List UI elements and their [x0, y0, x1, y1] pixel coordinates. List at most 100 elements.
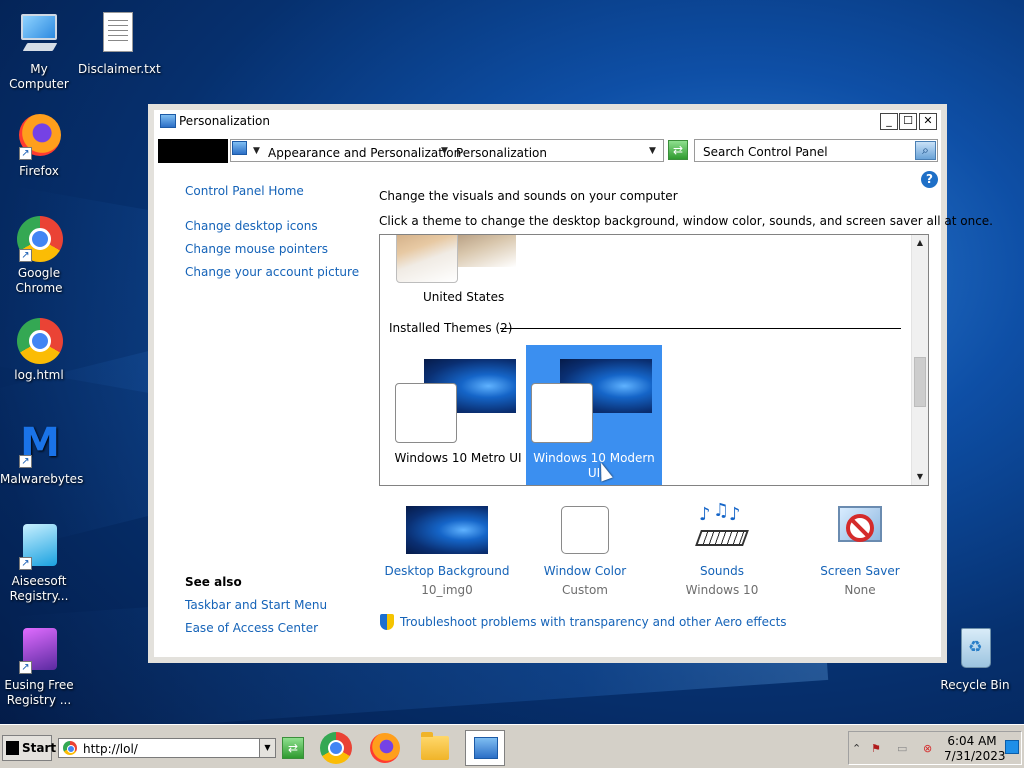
tile-value: 10_img0 [421, 583, 473, 597]
system-tray: ⌃ ⚑ ▭ ⊗ 6:04 AM 7/31/2023 [848, 731, 1022, 765]
taskbar-firefox[interactable] [365, 730, 405, 766]
taskbar-control-panel[interactable] [465, 730, 505, 766]
control-panel-icon [160, 114, 176, 128]
control-panel-icon [232, 141, 247, 155]
chevron-down-icon[interactable]: ▼ [441, 146, 448, 156]
desktop-icon-my-computer[interactable]: My Computer [0, 10, 78, 92]
start-button[interactable]: Start [2, 735, 56, 761]
sidebar-change-account-picture[interactable]: Change your account picture [185, 265, 359, 279]
theme-label: Windows 10 Metro UI [394, 451, 522, 465]
scroll-up-icon[interactable]: ▲ [912, 235, 928, 251]
see-also-ease-of-access[interactable]: Ease of Access Center [185, 621, 318, 635]
tile-name[interactable]: Window Color [520, 564, 650, 578]
firefox-icon: ↗ [15, 112, 63, 160]
shield-icon [380, 614, 394, 630]
flag-icon[interactable]: ⚑ [871, 742, 881, 755]
theme-windows-10-metro-ui[interactable]: Windows 10 Metro UI [390, 345, 526, 485]
page-title: Change the visuals and sounds on your co… [379, 189, 678, 203]
desktop-icon-log[interactable]: log.html [0, 316, 78, 383]
desktop-icon-chrome[interactable]: ↗ Google Chrome [0, 214, 78, 296]
shortcut-arrow-icon: ↗ [19, 455, 32, 468]
desktop-icon-disclaimer[interactable]: Disclaimer.txt [78, 10, 161, 77]
tile-value: Windows 10 [685, 583, 759, 597]
maximize-button[interactable]: ☐ [899, 113, 917, 130]
desktop-icon-label: log.html [14, 368, 64, 382]
theme-list[interactable]: United States Installed Themes (2) Windo… [379, 234, 929, 486]
address-dropdown-icon[interactable]: ▼ [649, 146, 656, 156]
screen-saver-icon [834, 504, 886, 554]
tile-name[interactable]: Screen Saver [795, 564, 925, 578]
tile-name[interactable]: Desktop Background [382, 564, 512, 578]
window-color-swatch [561, 506, 609, 554]
tile-window-color[interactable]: Window Color Custom [520, 506, 650, 597]
chevron-down-icon[interactable]: ▼ [259, 739, 275, 757]
search-input[interactable]: Search Control Panel ⌕ [694, 139, 938, 162]
show-desktop-button[interactable] [1005, 740, 1019, 754]
breadcrumb-appearance[interactable]: Appearance and Personalization [268, 146, 461, 160]
desktop-icon-firefox[interactable]: ↗ Firefox [0, 112, 78, 179]
clock-date[interactable]: 7/31/2023 [944, 749, 1006, 763]
tile-screen-saver[interactable]: Screen Saver None [795, 504, 925, 597]
search-icon[interactable]: ⌕ [915, 141, 936, 160]
desktop-icon-label: Firefox [19, 164, 59, 178]
desktop-icon-label: Aiseesoft Registry... [9, 574, 69, 603]
united-states-background-preview [450, 235, 516, 267]
shortcut-arrow-icon: ↗ [19, 249, 32, 262]
tile-value: Custom [562, 583, 608, 597]
breadcrumb[interactable]: ▼ Appearance and Personalization ▼ Perso… [230, 139, 664, 162]
theme-list-scrollbar[interactable]: ▲ ▼ [911, 235, 928, 485]
folder-icon [421, 732, 449, 760]
firefox-icon [370, 733, 400, 763]
taskbar-file-explorer[interactable] [415, 730, 455, 766]
sounds-icon: ♪ ♫ ♪ [695, 500, 749, 554]
sidebar-change-desktop-icons[interactable]: Change desktop icons [185, 219, 318, 233]
chevron-up-icon[interactable]: ⌃ [852, 742, 861, 755]
tile-desktop-background[interactable]: Desktop Background 10_img0 [382, 506, 512, 597]
desktop-background-preview [406, 506, 488, 554]
aiseesoft-icon: ↗ [15, 522, 63, 570]
shortcut-arrow-icon: ↗ [19, 147, 32, 160]
scroll-down-icon[interactable]: ▼ [912, 469, 928, 485]
window-title: Personalization [179, 114, 270, 128]
desktop-icon-malwarebytes[interactable]: M ↗ Malwarebytes [0, 420, 83, 487]
recycle-bin-icon [951, 626, 999, 674]
search-placeholder: Search Control Panel [703, 145, 828, 159]
help-icon[interactable]: ? [921, 171, 938, 188]
refresh-button[interactable]: ⇄ [668, 140, 688, 160]
scroll-thumb[interactable] [914, 357, 926, 407]
desktop-icon-eusing[interactable]: ↗ Eusing Free Registry ... [0, 626, 78, 708]
back-forward-buttons[interactable] [158, 139, 228, 163]
tile-name[interactable]: Sounds [657, 564, 787, 578]
divider [500, 328, 901, 329]
sidebar-control-panel-home[interactable]: Control Panel Home [185, 184, 304, 198]
chevron-down-icon[interactable]: ▼ [253, 146, 260, 156]
troubleshoot-link[interactable]: Troubleshoot problems with transparency … [400, 615, 787, 629]
shortcut-arrow-icon: ↗ [19, 557, 32, 570]
chrome-icon [15, 316, 63, 364]
desktop-icon-label: Disclaimer.txt [78, 62, 161, 76]
close-button[interactable]: ✕ [919, 113, 937, 130]
taskbar-chrome[interactable] [316, 730, 356, 766]
desktop-icon-recycle-bin[interactable]: Recycle Bin [936, 626, 1014, 693]
see-also-taskbar[interactable]: Taskbar and Start Menu [185, 598, 327, 612]
theme-united-states-label[interactable]: United States [423, 290, 504, 304]
sidebar-change-mouse-pointers[interactable]: Change mouse pointers [185, 242, 328, 256]
title-bar[interactable]: Personalization _ ☐ ✕ [154, 110, 941, 134]
theme-color-preview [531, 383, 593, 443]
breadcrumb-personalization[interactable]: Personalization [456, 146, 547, 160]
desktop-icon-label: Recycle Bin [940, 678, 1010, 692]
network-icon[interactable]: ▭ [897, 742, 907, 755]
shortcut-arrow-icon: ↗ [19, 661, 32, 674]
taskbar-address-input[interactable]: http://lol/ ▼ [58, 738, 276, 758]
desktop-icon-aiseesoft[interactable]: ↗ Aiseesoft Registry... [0, 522, 78, 604]
page-subtitle: Click a theme to change the desktop back… [379, 214, 993, 228]
minimize-button[interactable]: _ [880, 113, 898, 130]
united-states-theme-thumbnail[interactable] [396, 235, 458, 283]
tile-sounds[interactable]: ♪ ♫ ♪ Sounds Windows 10 [657, 500, 787, 597]
clock-time[interactable]: 6:04 AM [944, 734, 1000, 748]
go-button[interactable]: ⇄ [282, 737, 304, 759]
control-panel-icon [474, 737, 498, 759]
eusing-icon: ↗ [15, 626, 63, 674]
volume-muted-icon[interactable]: ⊗ [923, 742, 932, 755]
theme-windows-10-modern-ui[interactable]: Windows 10 Modern UI [526, 345, 662, 485]
